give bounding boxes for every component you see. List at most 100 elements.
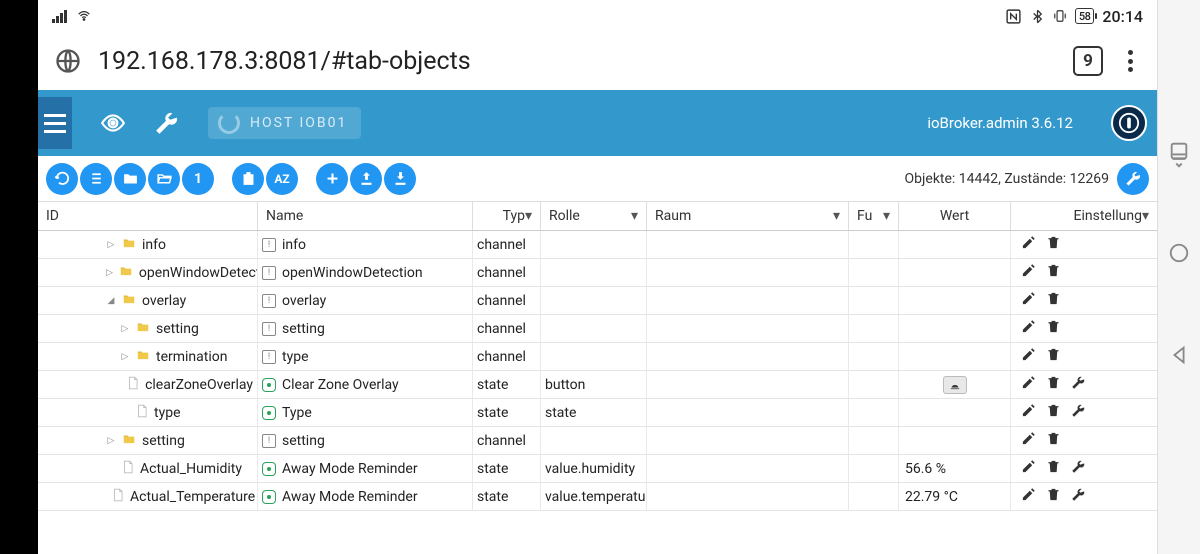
- channel-type-icon: !: [262, 322, 276, 336]
- url-text[interactable]: 192.168.178.3:8081/#tab-objects: [98, 47, 1057, 76]
- row-type: channel: [477, 293, 526, 309]
- edit-button[interactable]: [1021, 431, 1036, 450]
- delete-button[interactable]: [1046, 347, 1061, 366]
- wrench-icon[interactable]: [154, 110, 180, 136]
- col-einstellung[interactable]: Einstellung▾: [1011, 202, 1157, 230]
- config-button[interactable]: [1071, 403, 1086, 422]
- row-role: value.humidity: [545, 461, 635, 477]
- state-type-icon: [262, 490, 276, 504]
- row-type: state: [477, 461, 508, 477]
- row-id-label: Actual_Humidity: [140, 461, 242, 477]
- app-header: HOST IOB01 ioBroker.admin 3.6.12: [38, 90, 1157, 156]
- folder-open-button[interactable]: [148, 163, 180, 195]
- row-id-label: info: [142, 237, 166, 253]
- edit-button[interactable]: [1021, 459, 1036, 478]
- edit-button[interactable]: [1021, 375, 1036, 394]
- config-button[interactable]: [1071, 459, 1086, 478]
- visibility-icon[interactable]: [100, 110, 126, 136]
- config-button[interactable]: [1071, 375, 1086, 394]
- expand-toggle[interactable]: ▷: [106, 240, 116, 250]
- file-icon: [111, 487, 125, 507]
- table-row[interactable]: ▷setting!settingchannel: [38, 427, 1157, 455]
- nfc-icon: [1005, 8, 1022, 25]
- row-id-label: overlay: [142, 293, 186, 309]
- column-1-button[interactable]: 1: [182, 163, 214, 195]
- table-row[interactable]: ▷termination!typechannel: [38, 343, 1157, 371]
- row-name-label: Away Mode Reminder: [282, 489, 418, 505]
- delete-button[interactable]: [1046, 459, 1061, 478]
- row-name-label: Type: [282, 405, 312, 421]
- expand-toggle[interactable]: ▷: [106, 436, 116, 446]
- delete-button[interactable]: [1046, 375, 1061, 394]
- browser-menu-button[interactable]: [1119, 46, 1141, 76]
- channel-type-icon: !: [262, 238, 276, 252]
- edit-button[interactable]: [1021, 403, 1036, 422]
- back-button[interactable]: [1168, 344, 1190, 366]
- table-row[interactable]: typeTypestatestate: [38, 399, 1157, 427]
- row-id-label: openWindowDetection: [139, 265, 258, 281]
- delete-button[interactable]: [1046, 403, 1061, 422]
- expand-toggle[interactable]: ▷: [106, 268, 113, 278]
- table-row[interactable]: clearZoneOverlayClear Zone Overlaystateb…: [38, 371, 1157, 399]
- delete-button[interactable]: [1046, 319, 1061, 338]
- table-row[interactable]: Actual_HumidityAway Mode Reminderstateva…: [38, 455, 1157, 483]
- row-type: channel: [477, 349, 526, 365]
- tab-count-button[interactable]: 9: [1073, 46, 1103, 76]
- list-view-button[interactable]: [80, 163, 112, 195]
- expand-toggle[interactable]: ◢: [106, 296, 116, 306]
- col-id[interactable]: ID: [38, 202, 258, 230]
- table-row[interactable]: ▷openWindowDetection!openWindowDetection…: [38, 259, 1157, 287]
- folder-closed-button[interactable]: [114, 163, 146, 195]
- table-row[interactable]: ◢overlay!overlaychannel: [38, 287, 1157, 315]
- home-button[interactable]: [1168, 242, 1190, 264]
- col-rolle[interactable]: Rolle▾: [541, 202, 647, 230]
- trigger-button[interactable]: [943, 376, 967, 394]
- sort-az-button[interactable]: AZ: [266, 163, 298, 195]
- delete-button[interactable]: [1046, 291, 1061, 310]
- role-button[interactable]: [232, 163, 264, 195]
- row-name-label: info: [282, 237, 306, 253]
- row-type: channel: [477, 265, 526, 281]
- table-row[interactable]: ▷setting!settingchannel: [38, 315, 1157, 343]
- edit-button[interactable]: [1021, 487, 1036, 506]
- col-raum[interactable]: Raum▾: [647, 202, 849, 230]
- row-value[interactable]: 56.6 %: [905, 461, 946, 477]
- delete-button[interactable]: [1046, 487, 1061, 506]
- row-id-label: clearZoneOverlay: [145, 377, 253, 393]
- col-typ[interactable]: Typ▾: [473, 202, 541, 230]
- row-id-label: Actual_Temperature: [130, 489, 255, 505]
- globe-icon: [54, 47, 82, 75]
- host-selector[interactable]: HOST IOB01: [208, 107, 361, 139]
- table-row[interactable]: ▷info!infochannel: [38, 231, 1157, 259]
- edit-button[interactable]: [1021, 291, 1036, 310]
- expand-toggle[interactable]: ▷: [120, 352, 130, 362]
- delete-button[interactable]: [1046, 431, 1061, 450]
- add-button[interactable]: [316, 163, 348, 195]
- col-name[interactable]: Name: [258, 202, 473, 230]
- app-title: ioBroker.admin 3.6.12: [927, 114, 1073, 132]
- edit-button[interactable]: [1021, 347, 1036, 366]
- delete-button[interactable]: [1046, 235, 1061, 254]
- expand-toggle[interactable]: ▷: [120, 324, 130, 334]
- col-wert[interactable]: Wert: [899, 202, 1011, 230]
- table-row[interactable]: Actual_TemperatureAway Mode Reminderstat…: [38, 483, 1157, 511]
- row-role: value.temperatu: [545, 489, 645, 505]
- row-type: state: [477, 377, 508, 393]
- row-id-label: setting: [142, 433, 185, 449]
- download-button[interactable]: [384, 163, 416, 195]
- upload-button[interactable]: [350, 163, 382, 195]
- col-funktion[interactable]: Fu▾: [849, 202, 899, 230]
- edit-button[interactable]: [1021, 235, 1036, 254]
- delete-button[interactable]: [1046, 263, 1061, 282]
- settings-wrench-button[interactable]: [1117, 163, 1149, 195]
- row-value[interactable]: 22.79 °C: [905, 489, 958, 505]
- edit-button[interactable]: [1021, 319, 1036, 338]
- state-type-icon: [262, 378, 276, 392]
- config-button[interactable]: [1071, 487, 1086, 506]
- refresh-button[interactable]: [46, 163, 78, 195]
- row-name-label: Clear Zone Overlay: [282, 377, 399, 393]
- drawer-icon[interactable]: [1168, 148, 1190, 170]
- row-id-label: setting: [156, 321, 199, 337]
- menu-button[interactable]: [38, 97, 72, 149]
- edit-button[interactable]: [1021, 263, 1036, 282]
